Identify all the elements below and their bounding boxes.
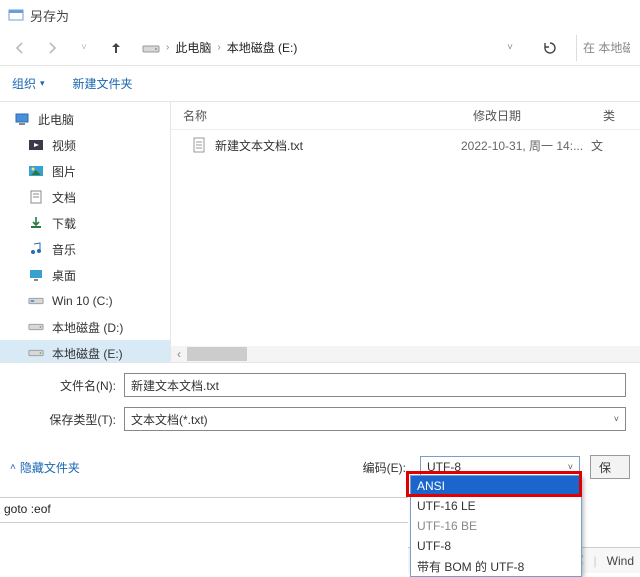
hide-folders-label: 隐藏文件夹: [20, 459, 80, 476]
sidebar-item[interactable]: 桌面: [0, 262, 170, 288]
breadcrumb-drive[interactable]: 本地磁盘 (E:): [227, 39, 298, 56]
encoding-label: 编码(E):: [363, 459, 406, 476]
search-input[interactable]: 在 本地磁: [576, 35, 630, 61]
drive-icon: [28, 319, 44, 335]
sidebar-item-label: 下载: [52, 215, 76, 232]
encoding-option[interactable]: ANSI: [411, 476, 581, 496]
editor-text-line: goto :eof: [0, 497, 408, 523]
sidebar-item-label: 视频: [52, 137, 76, 154]
file-name: 新建文本文档.txt: [215, 137, 303, 154]
filetype-row: 保存类型(T): 文本文档(*.txt) ˅: [14, 407, 626, 431]
hide-folders-toggle[interactable]: ˄ 隐藏文件夹: [10, 459, 80, 476]
window-title: 另存为: [30, 6, 69, 25]
filename-value: 新建文本文档.txt: [131, 377, 219, 394]
forward-button[interactable]: [42, 38, 62, 58]
titlebar: 另存为: [0, 0, 640, 30]
sidebar-item[interactable]: 下载: [0, 210, 170, 236]
breadcrumb-dropdown[interactable]: ˅: [496, 34, 524, 62]
form-area: 文件名(N): 新建文本文档.txt 保存类型(T): 文本文档(*.txt) …: [0, 362, 640, 447]
chevron-down-icon: ▾: [40, 78, 45, 89]
sidebar-item[interactable]: 本地磁盘 (E:): [0, 340, 170, 362]
file-header: 名称 修改日期 类: [171, 102, 640, 130]
filename-label: 文件名(N):: [14, 377, 124, 394]
sidebar-item[interactable]: 视频: [0, 132, 170, 158]
encoding-option[interactable]: 带有 BOM 的 UTF-8: [411, 556, 581, 576]
docs-icon: [28, 189, 44, 205]
nav-row: ˅ › 此电脑 › 本地磁盘 (E:) ˅ 在 本地磁: [0, 30, 640, 66]
sidebar[interactable]: 此电脑视频图片文档下载音乐桌面 Win 10 (C:) 本地磁盘 (D:) 本地磁盘 …: [0, 102, 170, 362]
back-button[interactable]: [10, 38, 30, 58]
editor-text: goto :eof: [4, 502, 51, 516]
sidebar-item-label: 图片: [52, 163, 76, 180]
sidebar-item[interactable]: 音乐: [0, 236, 170, 262]
sidebar-item[interactable]: Win 10 (C:): [0, 288, 170, 314]
file-area: 名称 修改日期 类 新建文本文档.txt 2022-10-31, 周一 14:..…: [170, 102, 640, 362]
chevron-down-icon: ˅: [614, 414, 619, 424]
col-name[interactable]: 名称: [171, 107, 461, 124]
organize-menu[interactable]: 组织 ▾: [12, 75, 45, 92]
filetype-label: 保存类型(T):: [14, 411, 124, 428]
filetype-combo[interactable]: 文本文档(*.txt) ˅: [124, 407, 626, 431]
chevron-up-icon: ˄: [10, 462, 16, 473]
drive-icon: [142, 42, 160, 54]
encoding-option[interactable]: UTF-16 BE: [411, 516, 581, 536]
new-folder-label: 新建文件夹: [73, 75, 133, 92]
search-placeholder: 在 本地磁: [583, 39, 630, 56]
col-type[interactable]: 类: [591, 107, 640, 124]
cdrive-icon: [28, 293, 44, 309]
organize-label: 组织: [12, 75, 36, 92]
filetype-value: 文本文档(*.txt): [131, 411, 208, 428]
new-folder-button[interactable]: 新建文件夹: [73, 75, 133, 92]
file-type: 文: [591, 137, 603, 154]
pc-icon: [14, 111, 30, 127]
toolbar: 组织 ▾ 新建文件夹: [0, 66, 640, 102]
encoding-value: UTF-8: [427, 460, 461, 474]
txt-file-icon: [191, 137, 207, 153]
sidebar-item-label: 音乐: [52, 241, 76, 258]
sidebar-item[interactable]: 此电脑: [0, 106, 170, 132]
encoding-option[interactable]: UTF-8: [411, 536, 581, 556]
sidebar-item[interactable]: 图片: [0, 158, 170, 184]
breadcrumb[interactable]: › 此电脑 › 本地磁盘 (E:): [138, 39, 484, 56]
scroll-left-icon[interactable]: ‹: [171, 346, 187, 362]
save-label: 保: [599, 459, 611, 476]
chevron-right-icon: ›: [166, 42, 169, 53]
chevron-down-icon: ˅: [568, 462, 573, 472]
scroll-thumb[interactable]: [187, 347, 247, 361]
app-icon: [8, 7, 24, 23]
sidebar-item-label: Win 10 (C:): [52, 294, 113, 308]
sidebar-item-label: 文档: [52, 189, 76, 206]
body: 此电脑视频图片文档下载音乐桌面 Win 10 (C:) 本地磁盘 (D:) 本地磁盘 …: [0, 102, 640, 362]
sidebar-item[interactable]: 文档: [0, 184, 170, 210]
chevron-right-icon: ›: [217, 42, 220, 53]
col-date[interactable]: 修改日期: [461, 107, 591, 124]
music-icon: [28, 241, 44, 257]
downloads-icon: [28, 215, 44, 231]
sidebar-item-label: 此电脑: [38, 111, 74, 128]
sidebar-item-label: 本地磁盘 (D:): [52, 319, 123, 336]
sidebar-item-label: 桌面: [52, 267, 76, 284]
video-icon: [28, 137, 44, 153]
sidebar-item[interactable]: 本地磁盘 (D:): [0, 314, 170, 340]
file-date: 2022-10-31, 周一 14:...: [461, 137, 591, 154]
filename-row: 文件名(N): 新建文本文档.txt: [14, 373, 626, 397]
breadcrumb-root[interactable]: 此电脑: [175, 39, 211, 56]
save-button[interactable]: 保: [590, 455, 630, 479]
filename-input[interactable]: 新建文本文档.txt: [124, 373, 626, 397]
horizontal-scrollbar[interactable]: ‹: [171, 346, 640, 362]
status-os: Wind: [607, 554, 634, 568]
encoding-dropdown[interactable]: ANSIUTF-16 LEUTF-16 BEUTF-8带有 BOM 的 UTF-…: [410, 475, 582, 577]
pictures-icon: [28, 163, 44, 179]
sidebar-item-label: 本地磁盘 (E:): [52, 345, 123, 362]
refresh-button[interactable]: [536, 34, 564, 62]
encoding-option[interactable]: UTF-16 LE: [411, 496, 581, 516]
up-button[interactable]: [106, 38, 126, 58]
desktop-icon: [28, 267, 44, 283]
drive-icon: [28, 345, 44, 361]
file-row[interactable]: 新建文本文档.txt 2022-10-31, 周一 14:...文: [171, 130, 640, 160]
recent-chevron[interactable]: ˅: [74, 38, 94, 58]
